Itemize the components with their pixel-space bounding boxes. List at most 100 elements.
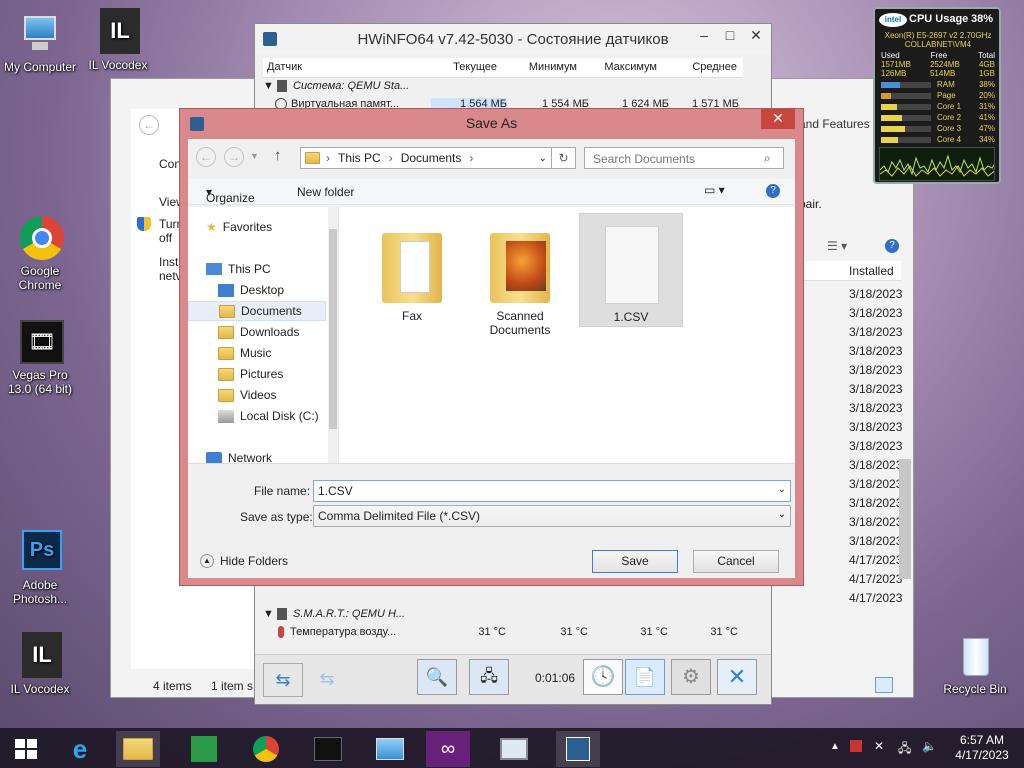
start-button[interactable] — [2, 731, 50, 767]
file-item-scanned-documents[interactable]: Scanned Documents — [470, 215, 570, 337]
tray-time: 6:57 AM — [959, 733, 1005, 747]
tray-network-icon[interactable]: 🖧 — [898, 739, 911, 760]
nav-documents[interactable]: Documents — [188, 301, 326, 321]
bg-link[interactable]: Inst — [159, 255, 178, 269]
settings-gear-icon[interactable]: ⚙ — [671, 659, 711, 695]
monitor-icon — [500, 738, 528, 760]
taskbar-hwinfo[interactable] — [556, 731, 600, 767]
features-link[interactable]: and Features — [799, 117, 870, 131]
gadget-mem-headers: Used Free Total — [881, 51, 995, 60]
gadget-bar-track — [881, 115, 931, 121]
refresh-button[interactable]: ↻ — [552, 147, 576, 169]
expand-arrow-icon[interactable]: ▼ — [263, 80, 277, 98]
file-name-input[interactable]: 1.CSV ⌄ — [313, 480, 791, 502]
file-icon — [601, 224, 661, 304]
desktop-icon-vegas-pro[interactable]: 🎞 Vegas Pro 13.0 (64 bit) — [0, 318, 80, 396]
sensor-group-row[interactable]: ▼ S.M.A.R.T.: QEMU H... — [263, 608, 745, 626]
add-log-icon[interactable]: 📄 — [625, 659, 665, 695]
new-folder-button[interactable]: New folder — [297, 185, 354, 199]
close-x-icon[interactable]: ✕ — [717, 659, 757, 695]
save-as-dialog: Save As ✕ ← → ▼ ↑ › This PC › Documents … — [179, 108, 804, 586]
help-icon[interactable]: ? — [766, 184, 780, 198]
desktop-icon-photoshop[interactable]: Ps Adobe Photosh... — [0, 528, 80, 606]
thermometer-icon — [278, 626, 284, 638]
bg-link[interactable]: off — [159, 231, 172, 245]
cancel-button[interactable]: Cancel — [693, 550, 779, 573]
col-min[interactable]: Минимум — [501, 58, 581, 77]
tray-volume-icon[interactable]: 🔈 — [922, 739, 937, 753]
nav-forward-button[interactable]: → — [224, 147, 244, 167]
recent-dropdown-icon[interactable]: ▼ — [250, 151, 259, 161]
dialog-close-button[interactable]: ✕ — [761, 109, 795, 129]
back-button[interactable]: ← — [139, 115, 159, 135]
col-max[interactable]: Максимум — [581, 58, 661, 77]
nav-favorites[interactable]: ★ Favorites — [206, 217, 346, 237]
installed-date-cell: 3/18/2023 — [849, 439, 903, 453]
taskbar-store[interactable] — [182, 731, 226, 767]
desktop-icon-my-computer[interactable]: My Computer — [0, 10, 80, 74]
save-options: File name: 1.CSV ⌄ Save as type: Comma D… — [188, 463, 795, 578]
cpu-usage-gadget[interactable]: intel CPU Usage 38% Xeon(R) E5-2697 v2 2… — [873, 7, 1001, 184]
hide-folders-button[interactable]: ▲ Hide Folders — [200, 554, 288, 568]
save-type-select[interactable]: Comma Delimited File (*.CSV) ⌄ — [313, 505, 791, 527]
gadget-bar-fill — [881, 126, 905, 132]
sensor-group-row[interactable]: ▼ Система: QEMU Sta... — [263, 80, 745, 98]
view-menu-icon[interactable]: ☰ ▾ — [827, 239, 847, 253]
tray-no-network-icon[interactable]: ✕ — [874, 739, 884, 753]
col-avg[interactable]: Среднее — [661, 58, 741, 77]
maximize-button[interactable]: □ — [717, 24, 743, 46]
expand-arrow-icon[interactable]: ▼ — [263, 608, 277, 626]
dialog-titlebar[interactable]: Save As ✕ — [180, 109, 803, 137]
downloads-folder-icon — [218, 325, 234, 339]
gadget-bar-fill — [881, 82, 900, 88]
file-item-csv[interactable]: 1.CSV — [579, 213, 683, 327]
taskbar-control-panel[interactable] — [368, 731, 412, 767]
bg-scrollbar[interactable] — [899, 459, 911, 579]
hwinfo-titlebar[interactable]: HWiNFO64 v7.42-5030 - Состояние датчиков… — [255, 24, 771, 54]
collapse-arrows-icon[interactable]: ⇆ — [263, 663, 303, 697]
nav-this-pc[interactable]: This PC — [206, 259, 346, 279]
taskbar-vegas[interactable] — [306, 731, 350, 767]
col-sensor[interactable]: Датчик — [263, 58, 423, 77]
save-button[interactable]: Save — [592, 550, 678, 573]
navigation-pane: ★ Favorites This PC Desktop Documents Dow… — [188, 207, 338, 465]
save-type-dropdown-icon[interactable]: ⌄ — [778, 509, 786, 520]
nav-back-button[interactable]: ← — [196, 147, 216, 167]
address-dropdown-icon[interactable]: ⌄ — [539, 153, 547, 164]
organize-button[interactable]: Organize ▾ — [206, 185, 255, 205]
taskbar-chrome[interactable] — [244, 731, 288, 767]
address-bar[interactable]: › This PC › Documents › ⌄ — [300, 147, 552, 169]
sensor-search-icon[interactable]: 🔍 — [417, 659, 457, 695]
installed-date-cell: 4/17/2023 — [849, 591, 903, 605]
taskbar-explorer[interactable] — [116, 731, 160, 767]
sensor-row[interactable]: Температура возду... 31 °C 31 °C 31 °C 3… — [275, 626, 745, 642]
help-icon[interactable]: ? — [885, 239, 899, 253]
breadcrumb-documents[interactable]: Documents — [401, 151, 462, 165]
desktop-icon-il-vocodex[interactable]: IL IL Vocodex — [0, 632, 80, 696]
tray-clock[interactable]: 6:57 AM 4/17/2023 — [952, 733, 1012, 763]
search-input[interactable]: Search Documents — [584, 147, 784, 169]
installed-date-cell: 3/18/2023 — [849, 287, 903, 301]
details-view-icon[interactable] — [875, 677, 893, 693]
desktop-icon-recycle-bin[interactable]: Recycle Bin — [935, 632, 1015, 696]
up-arrow-icon[interactable]: ↑ — [274, 147, 282, 164]
tray-chevron-icon[interactable]: ▲ — [830, 741, 840, 752]
view-options-icon[interactable]: ▭ ▾ — [704, 183, 725, 197]
desktop-icon-label: Google Chrome — [18, 264, 62, 292]
breadcrumb-this-pc[interactable]: This PC — [338, 151, 381, 165]
nav-scrollbar[interactable] — [328, 207, 338, 463]
network-icon[interactable]: 🖧 — [469, 659, 509, 695]
file-name-dropdown-icon[interactable]: ⌄ — [778, 484, 786, 495]
expand-arrows-icon[interactable]: ⇆ — [307, 663, 347, 697]
taskbar-remote-desktop[interactable] — [492, 731, 536, 767]
taskbar-ie[interactable]: e — [58, 731, 102, 767]
file-item-fax[interactable]: Fax — [362, 215, 462, 323]
taskbar-visual-studio[interactable]: ∞ — [426, 731, 470, 767]
minimize-button[interactable]: – — [691, 24, 717, 46]
col-current[interactable]: Текущее — [423, 58, 501, 77]
clock-button-icon[interactable]: 🕓 — [583, 659, 623, 695]
close-button[interactable]: ✕ — [743, 24, 769, 46]
desktop-icon-il-vocodex-top[interactable]: IL IL Vocodex — [78, 8, 158, 72]
tray-flag-icon[interactable] — [850, 740, 862, 752]
desktop-icon-chrome[interactable]: Google Chrome — [0, 214, 80, 292]
